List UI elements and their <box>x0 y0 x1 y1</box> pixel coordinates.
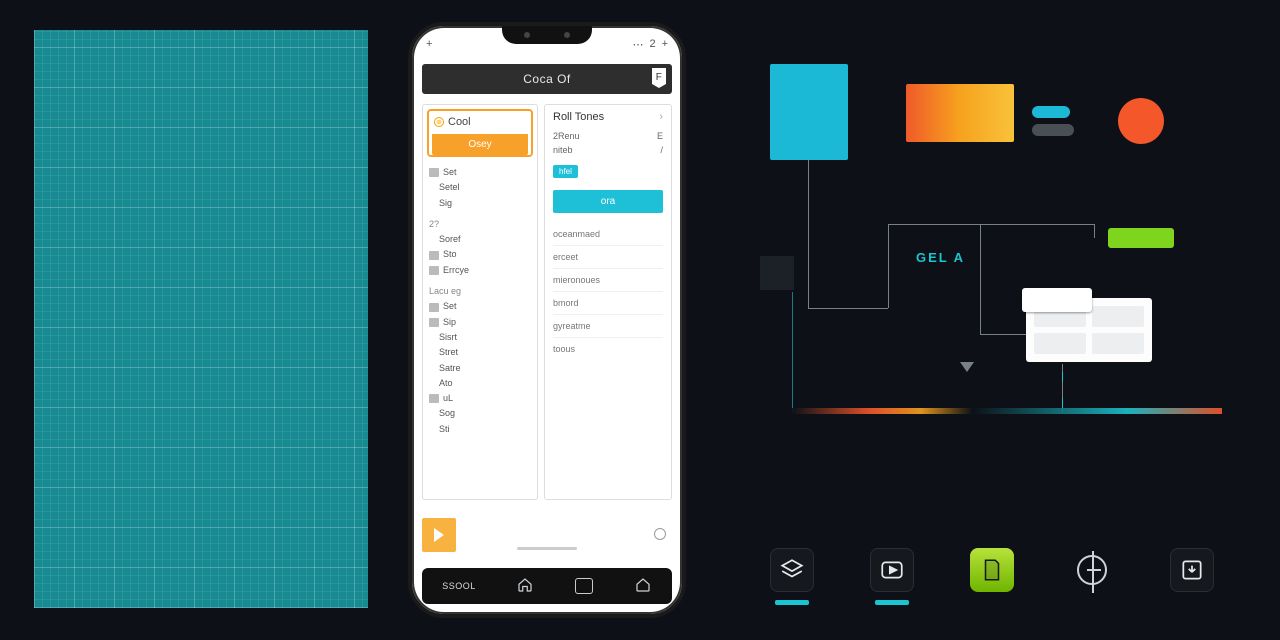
brand-label: GEL A <box>916 250 965 265</box>
statusbar-plus-icon[interactable]: + <box>426 38 432 50</box>
cool-card[interactable]: Cool Osey <box>427 109 533 157</box>
connector-line <box>808 160 809 308</box>
phone-mockup: + ⋯ 2 + Coca Of F Cool Osey <box>408 22 686 618</box>
kv-key: niteb <box>553 145 573 155</box>
mini-card[interactable] <box>1022 288 1092 312</box>
nav-back-icon[interactable] <box>634 576 652 596</box>
list-item[interactable]: Stret <box>439 345 458 360</box>
folder-icon <box>429 266 439 275</box>
list-item[interactable]: erceet <box>553 245 663 268</box>
list-item[interactable]: oceanmaed <box>553 223 663 245</box>
dark-square-node[interactable] <box>760 256 794 290</box>
design-grid-panel <box>34 30 368 608</box>
list-item[interactable]: Soref <box>439 232 461 247</box>
statusbar-plus-icon-2[interactable]: + <box>662 38 668 50</box>
connector-line <box>888 224 1094 225</box>
connector-line <box>808 308 888 309</box>
statusbar-more-icon[interactable]: ⋯ <box>632 38 643 51</box>
folder-icon <box>429 168 439 177</box>
kv-key: 2Renu <box>553 131 580 141</box>
folder-icon <box>429 303 439 312</box>
play-icon <box>434 528 444 542</box>
swatch-circle-orange[interactable] <box>1118 98 1164 144</box>
list-item[interactable]: Sog <box>439 406 455 421</box>
list-item[interactable]: Satre <box>439 361 461 376</box>
tag-chip[interactable]: hfel <box>553 165 578 178</box>
list-item[interactable]: Errcye <box>443 263 469 278</box>
sun-icon <box>434 117 444 127</box>
right-pane-header: Roll Tones <box>553 111 604 123</box>
card-cell[interactable] <box>1034 333 1086 354</box>
list-item[interactable]: Sti <box>439 422 450 437</box>
play-button[interactable] <box>422 518 456 552</box>
cool-button[interactable]: Osey <box>432 134 528 155</box>
primary-action-button[interactable]: ora <box>553 190 663 213</box>
folder-icon <box>429 318 439 327</box>
tree-list: Set Setel Sig 2? Soref Sto Errcye Lacu e… <box>427 165 533 437</box>
chevron-right-icon[interactable]: › <box>659 111 663 123</box>
card-cell[interactable] <box>1092 333 1144 354</box>
app-icon-target[interactable] <box>1070 548 1114 592</box>
app-icon-play[interactable] <box>870 548 914 592</box>
nav-recents-icon[interactable] <box>575 578 593 594</box>
list-item[interactable]: Sto <box>443 247 457 262</box>
app-dock <box>770 548 1214 592</box>
swatch-cyan[interactable] <box>770 64 848 160</box>
connector-line <box>1094 224 1095 238</box>
list-item[interactable]: Set <box>443 299 457 314</box>
axis-line <box>792 292 793 412</box>
home-indicator <box>517 547 577 550</box>
list-item[interactable]: Sip <box>443 315 456 330</box>
list-item[interactable]: Sisrt <box>439 330 457 345</box>
list-item[interactable]: Sig <box>439 196 452 211</box>
kv-val: E <box>657 131 663 141</box>
list-item[interactable]: uL <box>443 391 453 406</box>
list-item[interactable]: bmord <box>553 291 663 314</box>
titlebar-flag-icon[interactable]: F <box>652 68 666 88</box>
list-item[interactable]: Setel <box>439 180 460 195</box>
app-titlebar: Coca Of F <box>422 64 672 94</box>
right-pane: Roll Tones › 2Renu E niteb / hfel ora ocea… <box>544 104 672 500</box>
timeline-gradient[interactable] <box>792 408 1222 414</box>
card-cell[interactable] <box>1092 306 1144 327</box>
left-pane: Cool Osey Set Setel Sig 2? Soref Sto Err… <box>422 104 538 500</box>
connector-line <box>888 224 889 308</box>
list-item[interactable]: mieronoues <box>553 268 663 291</box>
arrow-down-icon <box>960 362 974 376</box>
list-item[interactable]: gyreatme <box>553 314 663 337</box>
tree-section: Lacu eg <box>429 284 533 299</box>
list-item[interactable]: Ato <box>439 376 453 391</box>
pill-grey[interactable] <box>1032 124 1074 136</box>
phone-navbar: SSOOL <box>422 568 672 604</box>
cool-label: Cool <box>448 116 471 128</box>
list-item[interactable]: Set <box>443 165 457 180</box>
statusbar-tab-count[interactable]: 2 <box>649 38 655 50</box>
settings-list: oceanmaed erceet mieronoues bmord gyreat… <box>553 223 663 360</box>
swatch-gradient[interactable] <box>906 84 1014 142</box>
green-chip[interactable] <box>1108 228 1174 248</box>
nav-label[interactable]: SSOOL <box>442 581 476 591</box>
circle-button[interactable] <box>654 528 666 540</box>
app-icon-layers[interactable] <box>770 548 814 592</box>
list-item[interactable]: toous <box>553 337 663 360</box>
tree-section: 2? <box>429 217 533 232</box>
phone-statusbar: + ⋯ 2 + <box>412 32 682 56</box>
design-canvas: GEL A <box>720 0 1280 640</box>
folder-icon <box>429 251 439 260</box>
app-icon-download[interactable] <box>1170 548 1214 592</box>
pill-cyan[interactable] <box>1032 106 1070 118</box>
app-title: Coca Of <box>523 72 571 86</box>
folder-icon <box>429 394 439 403</box>
target-icon <box>1077 555 1107 585</box>
slider-tick <box>1062 372 1063 382</box>
connector-line <box>980 224 981 334</box>
kv-val: / <box>660 145 663 155</box>
app-icon-note[interactable] <box>970 548 1014 592</box>
nav-home-icon[interactable] <box>516 576 534 596</box>
